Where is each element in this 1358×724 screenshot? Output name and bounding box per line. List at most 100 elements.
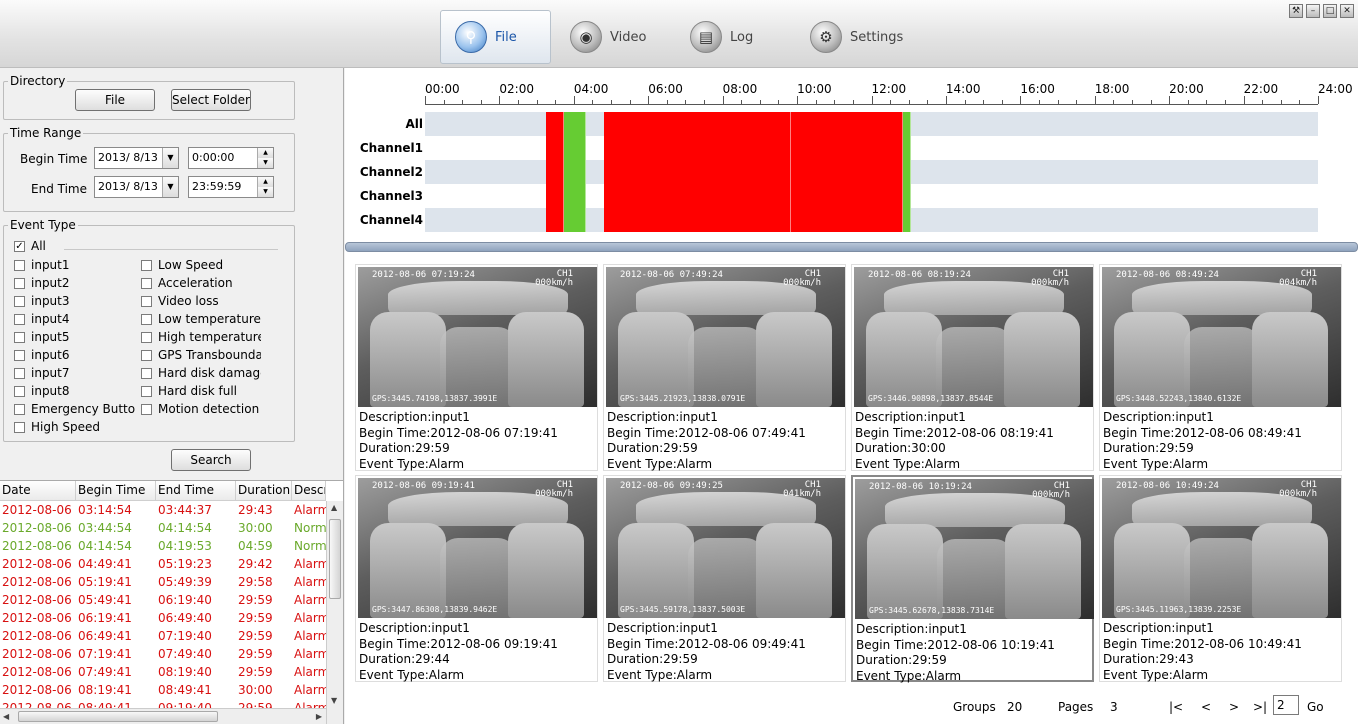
recording-card[interactable]: 2012-08-06 09:49:25 CH1 041km/h GPS:3445.59… (603, 475, 846, 682)
scroll-down-icon[interactable]: ▼ (331, 696, 337, 705)
begin-time-spinner[interactable]: 0:00:00 ▲ ▼ (188, 147, 274, 169)
event-checkbox-low-temperature[interactable]: Low temperature (141, 312, 261, 326)
recording-card[interactable]: 2012-08-06 08:19:24 CH1 000km/h GPS:3446.90… (851, 264, 1094, 471)
timeline[interactable]: 00:00 02:00 04:00 06:00 08:00 10:00 12:00 14:00… (345, 68, 1358, 244)
chevron-down-icon[interactable]: ▼ (162, 177, 178, 197)
recording-card[interactable]: 2012-08-06 08:49:24 CH1 004km/h GPS:3448.52… (1099, 264, 1342, 471)
video-thumbnail[interactable]: 2012-08-06 10:19:24 CH1 000km/h GPS:3445.62… (855, 479, 1094, 619)
event-checkbox-input3[interactable]: input3 (14, 294, 136, 308)
maximize-icon[interactable]: □ (1323, 4, 1337, 18)
select-folder-button[interactable]: Select Folder (171, 89, 251, 111)
page-number-input[interactable]: 2 (1273, 695, 1299, 715)
event-checkbox-low-speed[interactable]: Low Speed (141, 258, 261, 272)
last-page-button[interactable]: >| (1253, 700, 1267, 714)
spin-down-icon[interactable]: ▼ (258, 158, 273, 168)
tab-settings[interactable]: ⚙ Settings (810, 10, 930, 64)
event-checkbox-hard-disk-full[interactable]: Hard disk full (141, 384, 261, 398)
timeline-segment-alarm[interactable] (790, 112, 904, 232)
table-row[interactable]: 2012-08-06 03:14:54 03:44:37 29:43 Alarm (0, 501, 326, 519)
event-checkbox-input4[interactable]: input4 (14, 312, 136, 326)
search-button[interactable]: Search (171, 449, 251, 471)
prev-page-button[interactable]: < (1201, 700, 1211, 714)
event-checkbox-input6[interactable]: input6 (14, 348, 136, 362)
file-button[interactable]: File (75, 89, 155, 111)
table-row[interactable]: 2012-08-06 05:19:41 05:49:39 29:58 Alarm (0, 573, 326, 591)
table-cell-end: 04:14:54 (158, 521, 212, 535)
event-checkbox-gps-transboundary[interactable]: GPS Transboundary (141, 348, 261, 362)
event-checkbox-motion-detection[interactable]: Motion detection (141, 402, 261, 416)
scroll-right-icon[interactable]: ▶ (316, 712, 322, 721)
recording-card[interactable]: 2012-08-06 09:19:41 CH1 000km/h GPS:3447.86… (355, 475, 598, 682)
event-checkbox-emergency-button[interactable]: Emergency Button (14, 402, 136, 416)
event-checkbox-acceleration[interactable]: Acceleration (141, 276, 261, 290)
video-thumbnail[interactable]: 2012-08-06 09:19:41 CH1 000km/h GPS:3447.86… (358, 478, 597, 618)
timeline-segment-alarm[interactable] (545, 112, 564, 232)
tools-icon[interactable]: ⚒ (1289, 4, 1303, 18)
recording-card[interactable]: 2012-08-06 07:49:24 CH1 000km/h GPS:3445.21… (603, 264, 846, 471)
table-row[interactable]: 2012-08-06 03:44:54 04:14:54 30:00 Normal (0, 519, 326, 537)
event-checkbox-input2[interactable]: input2 (14, 276, 136, 290)
timeline-segment-normal[interactable] (903, 112, 911, 232)
spin-up-icon[interactable]: ▲ (258, 148, 273, 158)
event-checkbox-high-speed[interactable]: High Speed (14, 420, 136, 434)
table-vertical-scrollbar[interactable]: ▲ ▼ (326, 501, 343, 724)
video-thumbnail[interactable]: 2012-08-06 08:19:24 CH1 000km/h GPS:3446.90… (854, 267, 1093, 407)
timeline-segment-alarm[interactable] (604, 112, 791, 232)
event-checkbox-high-temperature[interactable]: High temperature (141, 330, 261, 344)
begin-date-picker[interactable]: 2013/ 8/13 ▼ (94, 147, 179, 169)
go-button[interactable]: Go (1307, 700, 1324, 714)
tab-video[interactable]: ◉ Video (570, 10, 670, 64)
event-checkbox-input1[interactable]: input1 (14, 258, 136, 272)
video-thumbnail[interactable]: 2012-08-06 09:49:25 CH1 041km/h GPS:3445.59… (606, 478, 845, 618)
timeline-segment-normal[interactable] (563, 112, 587, 232)
next-page-button[interactable]: > (1229, 700, 1239, 714)
close-icon[interactable]: ✕ (1340, 4, 1354, 18)
table-row[interactable]: 2012-08-06 06:49:41 07:19:40 29:59 Alarm (0, 627, 326, 645)
recording-card[interactable]: 2012-08-06 07:19:24 CH1 000km/h GPS:3445.74… (355, 264, 598, 471)
table-row[interactable]: 2012-08-06 04:14:54 04:19:53 04:59 Normal (0, 537, 326, 555)
minimize-icon[interactable]: – (1306, 4, 1320, 18)
table-row[interactable]: 2012-08-06 04:49:41 05:19:23 29:42 Alarm (0, 555, 326, 573)
scroll-thumb[interactable] (18, 711, 218, 722)
divider (64, 249, 278, 250)
spin-up-icon[interactable]: ▲ (258, 177, 273, 187)
column-date[interactable]: Date (0, 481, 76, 500)
column-duration[interactable]: Duration (236, 481, 292, 500)
tab-log[interactable]: ▤ Log (690, 10, 790, 64)
recording-card[interactable]: 2012-08-06 10:49:24 CH1 000km/h GPS:3445.11… (1099, 475, 1342, 682)
spin-down-icon[interactable]: ▼ (258, 187, 273, 197)
table-row[interactable]: 2012-08-06 06:19:41 06:49:40 29:59 Alarm (0, 609, 326, 627)
table-row[interactable]: 2012-08-06 05:49:41 06:19:40 29:59 Alarm (0, 591, 326, 609)
scroll-left-icon[interactable]: ◀ (3, 712, 9, 721)
timeline-tick (555, 100, 557, 104)
end-date-picker[interactable]: 2013/ 8/13 ▼ (94, 176, 179, 198)
checkbox-icon (141, 385, 152, 397)
event-checkbox-input8[interactable]: input8 (14, 384, 136, 398)
event-all-checkbox[interactable]: ✓ All (14, 239, 74, 253)
table-row[interactable]: 2012-08-06 07:49:41 08:19:40 29:59 Alarm (0, 663, 326, 681)
event-checkbox-input5[interactable]: input5 (14, 330, 136, 344)
recording-card[interactable]: 2012-08-06 10:19:24 CH1 000km/h GPS:3445.62… (851, 475, 1094, 683)
recording-info: Description:input1 Begin Time:2012-08-06 … (359, 621, 558, 683)
video-thumbnail[interactable]: 2012-08-06 08:49:24 CH1 004km/h GPS:3448.52… (1102, 267, 1341, 407)
event-checkbox-input7[interactable]: input7 (14, 366, 136, 380)
scroll-up-icon[interactable]: ▲ (331, 503, 337, 512)
tab-file[interactable]: ⚲ File (440, 10, 551, 64)
chevron-down-icon[interactable]: ▼ (162, 148, 178, 168)
video-thumbnail[interactable]: 2012-08-06 07:19:24 CH1 000km/h GPS:3445.74… (358, 267, 597, 407)
video-thumbnail[interactable]: 2012-08-06 10:49:24 CH1 000km/h GPS:3445.11… (1102, 478, 1341, 618)
panel-splitter[interactable] (345, 242, 1358, 252)
end-time-spinner[interactable]: 23:59:59 ▲ ▼ (188, 176, 274, 198)
column-end-time[interactable]: End Time (156, 481, 236, 500)
timeline-tick (852, 100, 854, 104)
scroll-thumb[interactable] (329, 519, 341, 599)
event-checkbox-video-loss[interactable]: Video loss (141, 294, 261, 308)
column-begin-time[interactable]: Begin Time (76, 481, 156, 500)
first-page-button[interactable]: |< (1169, 700, 1183, 714)
table-row[interactable]: 2012-08-06 07:19:41 07:49:40 29:59 Alarm (0, 645, 326, 663)
table-horizontal-scrollbar[interactable]: ◀ ▶ (0, 708, 326, 724)
column-description[interactable]: Description (292, 481, 326, 500)
event-checkbox-hard-disk-damage[interactable]: Hard disk damage (141, 366, 261, 380)
video-thumbnail[interactable]: 2012-08-06 07:49:24 CH1 000km/h GPS:3445.21… (606, 267, 845, 407)
table-row[interactable]: 2012-08-06 08:19:41 08:49:41 30:00 Alarm (0, 681, 326, 699)
